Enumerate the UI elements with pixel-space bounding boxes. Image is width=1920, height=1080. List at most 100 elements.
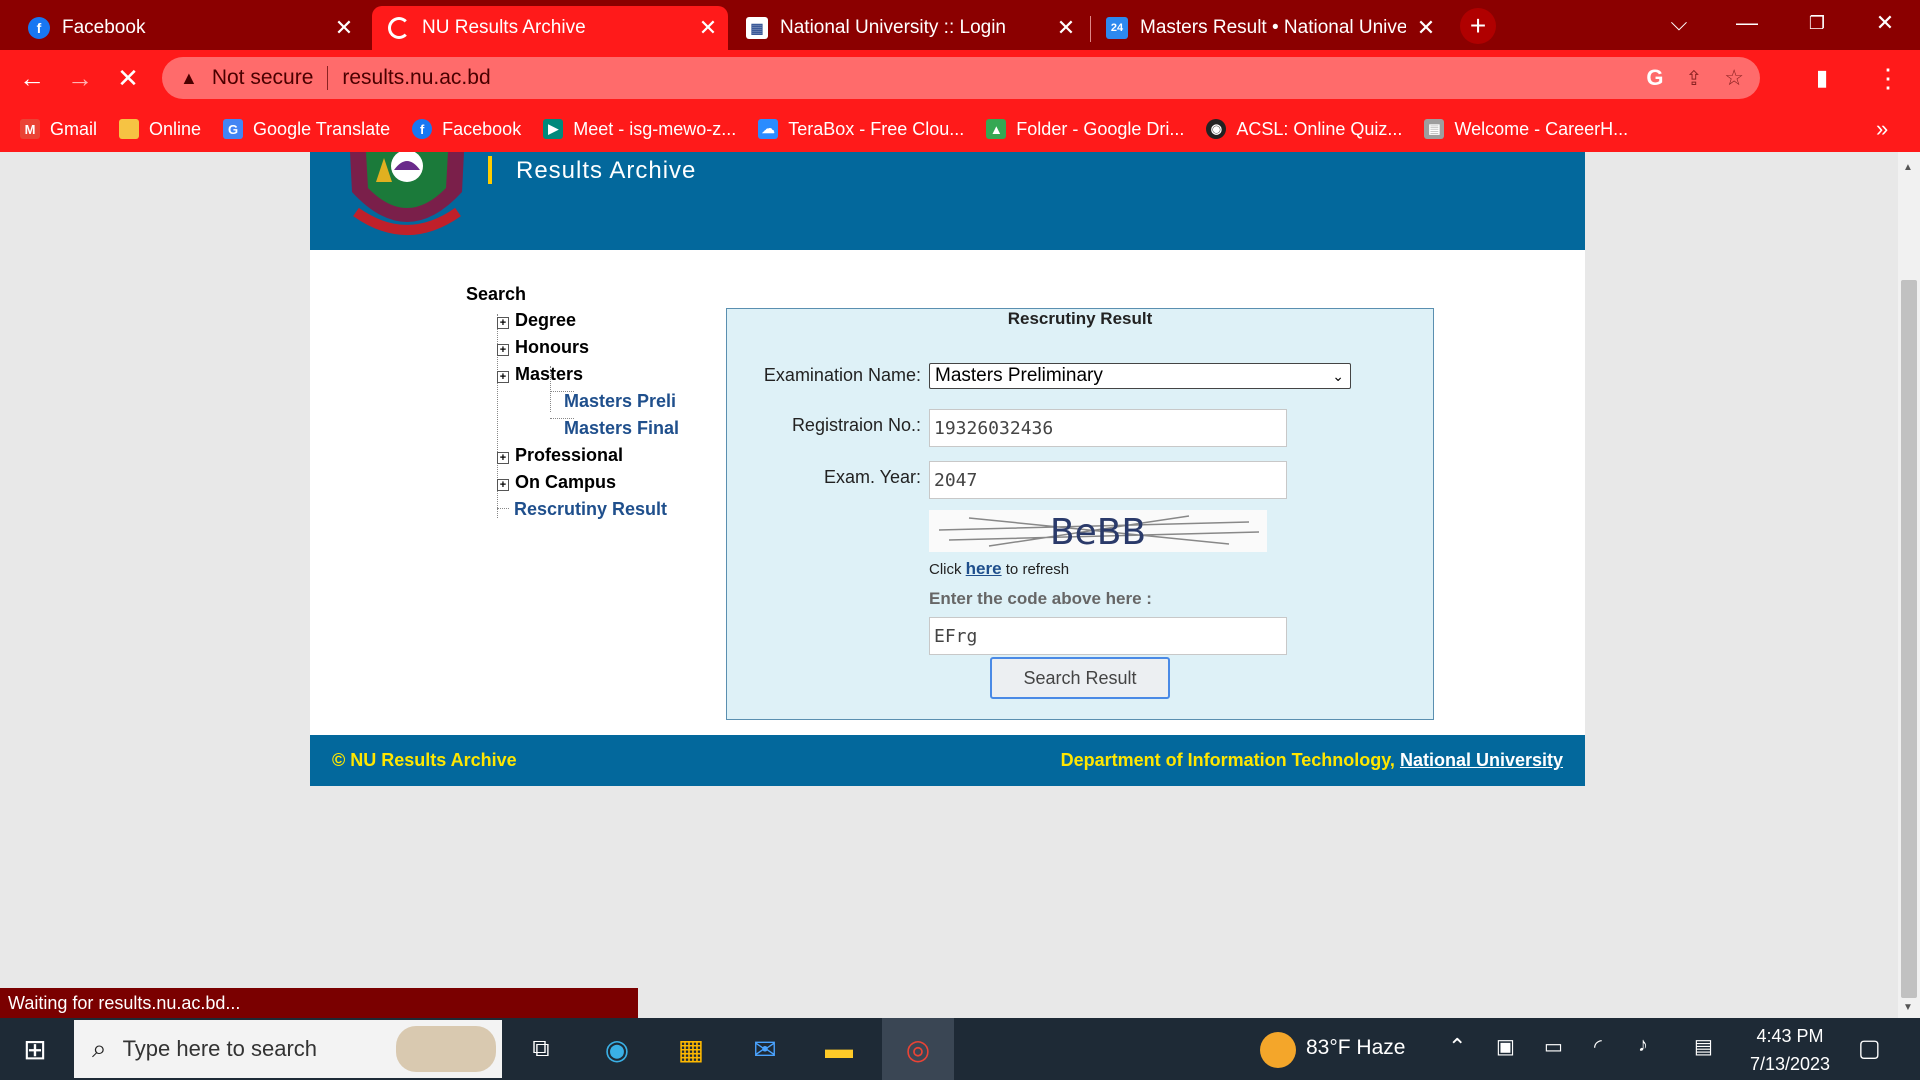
bookmark-acsl[interactable]: ◉ ACSL: Online Quiz... — [1206, 119, 1402, 140]
close-icon[interactable]: ✕ — [1046, 15, 1086, 41]
expand-plus-icon[interactable]: + — [497, 452, 509, 464]
url-text[interactable]: results.nu.ac.bd — [342, 66, 490, 90]
security-label[interactable]: Not secure — [212, 66, 314, 90]
new-tab-button[interactable]: + — [1460, 8, 1496, 44]
terabox-icon: ☁ — [758, 119, 779, 139]
masters-result-icon: 24 — [1106, 17, 1128, 39]
bookmark-gmail[interactable]: M Gmail — [20, 119, 97, 140]
expand-plus-icon[interactable]: + — [497, 479, 509, 491]
tree-node-on-campus[interactable]: + On Campus — [497, 472, 616, 493]
scroll-up-arrow-icon[interactable]: ▲ — [1903, 162, 1913, 173]
site-header: Results Archive — [310, 152, 1585, 250]
page-scrollbar[interactable]: ▲ ▼ — [1898, 152, 1920, 1018]
more-bookmarks-icon[interactable]: » — [1876, 116, 1888, 142]
registration-input[interactable]: 19326032436 — [929, 409, 1287, 447]
nu-logo — [350, 152, 464, 235]
menu-kebab-icon[interactable]: ⋮ — [1868, 58, 1908, 98]
page-viewport: Results Archive Search + Degree + Honours … — [0, 152, 1898, 1018]
tree-link-masters-final[interactable]: Masters Final — [564, 418, 679, 439]
bookmark-google-translate[interactable]: G Google Translate — [223, 119, 390, 140]
taskbar-search-box[interactable]: ⌕ Type here to search — [74, 1020, 502, 1078]
volume-icon[interactable]: ♪ — [1638, 1034, 1648, 1057]
tab-bar: f Facebook ✕ NU Results Archive ✕ ▦ Nati… — [0, 0, 1920, 50]
forward-arrow-icon[interactable]: → — [60, 58, 100, 98]
close-icon[interactable]: ✕ — [324, 15, 364, 41]
tab-facebook[interactable]: f Facebook ✕ — [12, 6, 364, 50]
weather-sun-icon — [1260, 1032, 1296, 1068]
scroll-thumb[interactable] — [1901, 280, 1917, 998]
tree-node-honours[interactable]: + Honours — [497, 337, 589, 358]
tree-link-masters-preli[interactable]: Masters Preli — [564, 391, 676, 412]
bookmark-star-icon[interactable]: ☆ — [1724, 65, 1744, 91]
status-bubble: Waiting for results.nu.ac.bd... — [0, 988, 638, 1018]
close-window-button[interactable]: ✕ — [1850, 0, 1920, 46]
microsoft-store-icon[interactable]: ▦ — [660, 1018, 722, 1080]
tab-national-university-login[interactable]: ▦ National University :: Login ✕ — [730, 6, 1086, 50]
meet-now-icon[interactable]: ▣ — [1496, 1034, 1515, 1059]
battery-icon[interactable]: ▭ — [1544, 1034, 1563, 1059]
chevron-down-icon: ⌄ — [1332, 367, 1344, 384]
exam-year-label: Exam. Year: — [823, 467, 921, 487]
careerh-icon: ▤ — [1424, 119, 1445, 139]
clock-date[interactable]: 7/13/2023 — [1740, 1054, 1840, 1075]
address-bar[interactable]: ▲ Not secure results.nu.ac.bd G ⇪ ☆ — [162, 57, 1760, 99]
bookmark-google-drive[interactable]: ▲ Folder - Google Dri... — [986, 119, 1184, 140]
bookmark-meet[interactable]: ▶ Meet - isg-mewo-z... — [543, 119, 736, 140]
wifi-icon[interactable]: ◜ — [1594, 1034, 1602, 1059]
bookmark-online[interactable]: Online — [119, 119, 201, 140]
tree-title: Search — [466, 284, 527, 304]
weather-text[interactable]: 83°F Haze — [1306, 1036, 1405, 1060]
bookmark-terabox[interactable]: ☁ TeraBox - Free Clou... — [758, 119, 964, 140]
mail-icon[interactable]: ✉ — [734, 1018, 796, 1080]
tab-masters-result[interactable]: 24 Masters Result • National Univers ✕ — [1090, 6, 1446, 50]
share-icon[interactable]: ⇪ — [1686, 66, 1703, 91]
scroll-down-arrow-icon[interactable]: ▼ — [1903, 1002, 1913, 1013]
notifications-icon[interactable]: ▢ — [1858, 1034, 1881, 1063]
language-bar-icon[interactable]: ▤ — [1694, 1034, 1713, 1059]
google-lens-icon[interactable]: G — [1646, 65, 1663, 91]
refresh-hint: Click here to refresh — [929, 559, 1070, 578]
close-icon[interactable]: ✕ — [1406, 15, 1446, 41]
loading-spinner-icon — [388, 17, 410, 39]
facebook-icon: f — [412, 119, 433, 139]
bookmark-facebook[interactable]: f Facebook — [412, 119, 521, 140]
expand-plus-icon[interactable]: + — [497, 371, 509, 383]
search-result-button[interactable]: Search Result — [990, 657, 1170, 699]
clock-time[interactable]: 4:43 PM — [1740, 1026, 1840, 1047]
stop-loading-icon[interactable]: ✕ — [108, 58, 148, 98]
expand-plus-icon[interactable]: + — [497, 344, 509, 356]
show-hidden-icons-chevron-icon[interactable]: ⌃ — [1448, 1034, 1466, 1060]
google-translate-icon: G — [223, 119, 244, 139]
folder-yellow-icon — [119, 119, 140, 139]
exam-year-input[interactable]: 2047 — [929, 461, 1287, 499]
tab-nu-results-archive[interactable]: NU Results Archive ✕ — [372, 6, 728, 50]
header-divider — [488, 156, 492, 184]
tab-search-chevron-icon[interactable]: ⌵ — [1644, 0, 1714, 46]
captcha-image: BeBB — [929, 510, 1267, 552]
captcha-code-input[interactable]: EFrg — [929, 617, 1287, 655]
tree-node-masters[interactable]: + Masters — [497, 364, 583, 385]
task-view-icon[interactable]: ⧉ — [510, 1018, 572, 1080]
acsl-icon: ◉ — [1206, 119, 1227, 139]
expand-plus-icon[interactable]: + — [497, 317, 509, 329]
bookmark-careerh[interactable]: ▤ Welcome - CareerH... — [1424, 119, 1628, 140]
national-university-link[interactable]: National University — [1400, 750, 1563, 770]
exam-name-select[interactable]: Masters Preliminary ⌄ — [929, 363, 1351, 389]
close-icon[interactable]: ✕ — [688, 15, 728, 41]
edge-icon[interactable]: ◉ — [586, 1018, 648, 1080]
tree-link-rescrutiny-result[interactable]: Rescrutiny Result — [514, 499, 667, 520]
restore-button[interactable]: ❐ — [1782, 0, 1852, 46]
back-arrow-icon[interactable]: ← — [12, 58, 52, 98]
file-explorer-icon[interactable]: ▬ — [808, 1018, 870, 1080]
chrome-icon[interactable]: ◎ — [882, 1018, 954, 1080]
tab-title: NU Results Archive — [422, 17, 586, 38]
side-panel-icon[interactable]: ▮ — [1802, 58, 1842, 98]
minimize-button[interactable]: — — [1712, 0, 1782, 46]
refresh-captcha-link[interactable]: here — [966, 559, 1002, 578]
exam-name-label: Examination Name: — [763, 365, 921, 385]
tab-title: Masters Result • National Univers — [1140, 17, 1406, 38]
tree-node-professional[interactable]: + Professional — [497, 445, 623, 466]
google-drive-icon: ▲ — [986, 119, 1007, 139]
tree-node-degree[interactable]: + Degree — [497, 310, 576, 331]
windows-start-icon[interactable]: ⊞ — [4, 1018, 66, 1080]
